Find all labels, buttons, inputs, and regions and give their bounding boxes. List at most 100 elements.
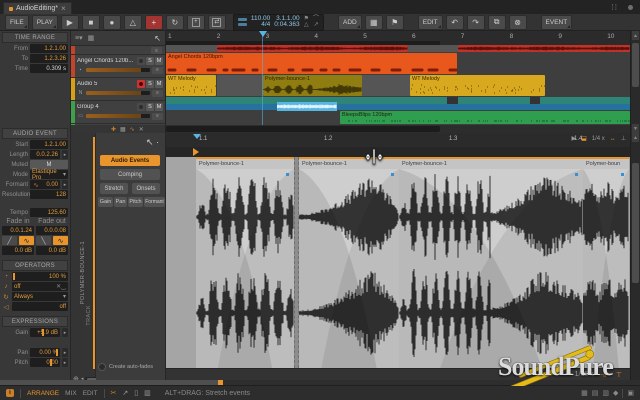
arranger-timeline[interactable]: 12345678910 Angel Chords 120bpmWT Melody… <box>166 31 630 133</box>
record-arm-button[interactable] <box>137 57 145 65</box>
audio-event-3[interactable]: Polymer-bounce-1 <box>399 157 583 368</box>
onsets-button[interactable]: Onsets <box>132 183 160 194</box>
track-row-audio-5[interactable]: Audio 5SMN≡ <box>71 78 165 101</box>
arranger-lane-3[interactable] <box>166 97 630 112</box>
delete-button[interactable]: ⊗ <box>509 15 527 30</box>
record-arm-button[interactable] <box>137 103 145 111</box>
pitch-chip-button[interactable]: Pitch <box>128 197 143 207</box>
time-signature-value[interactable]: 4/4 <box>261 22 270 29</box>
stretch-icon[interactable]: ∿ <box>130 126 135 133</box>
clip-audio[interactable] <box>217 45 408 52</box>
expand-meter-box[interactable]: ≡ <box>152 90 163 97</box>
track-scope-tab[interactable]: TRACK <box>86 305 92 326</box>
arranger-lane-1[interactable]: Angel Chords 120bpm <box>166 53 630 76</box>
automation-write-button[interactable]: ⇄ <box>208 15 226 30</box>
volume-fader[interactable] <box>86 91 150 95</box>
add-menu-button[interactable]: ADD <box>338 15 362 30</box>
info-icon[interactable]: i <box>6 389 14 397</box>
launcher-icon[interactable]: ▪ <box>77 67 84 73</box>
audio-event-4[interactable]: Polymer-boun <box>583 157 629 368</box>
stretch-button[interactable]: Stretch <box>100 183 128 194</box>
fullscreen-icon[interactable]: ▣ <box>627 389 634 397</box>
play-button[interactable]: ▶ <box>61 15 79 30</box>
record-button[interactable]: ● <box>103 15 121 30</box>
pitch-spinner[interactable]: ▸ <box>62 358 68 367</box>
loop-button[interactable]: ↻ <box>166 15 184 30</box>
consolidate-icon[interactable]: ✚ <box>111 126 116 133</box>
pan-chip-button[interactable]: Pan <box>114 197 127 207</box>
to-value[interactable]: 1.2.3.26 <box>30 54 68 63</box>
view-arrange[interactable]: ARRANGE <box>27 390 59 397</box>
editor-pointer-tool-icon[interactable]: ↖ · <box>146 137 159 148</box>
grid-value[interactable]: 1/16 x <box>575 371 594 378</box>
resolution-value[interactable]: 128 <box>30 190 68 199</box>
create-auto-fades-toggle[interactable]: Create auto-fades <box>98 363 153 371</box>
gain-chip-button[interactable]: Gain <box>98 197 113 207</box>
fade-out-curve-button[interactable]: ∿ <box>53 236 68 245</box>
edit-menu-button[interactable]: EDIT <box>418 15 443 30</box>
time-value[interactable]: 0:04.363 <box>274 22 299 29</box>
track-menu-icon[interactable]: ≡▾ <box>75 34 83 42</box>
clip-wt-melody[interactable]: WT Melody <box>166 75 216 96</box>
expand-meter-box[interactable]: ≡ <box>152 113 163 120</box>
fade-in-value[interactable]: 0.0.1.24 <box>2 226 34 235</box>
clip-polymer-bounce-1[interactable]: Polymer-bounce-1 <box>263 75 362 96</box>
grid-snap-icon[interactable]: ⊣⊢ <box>599 371 611 379</box>
pointer-tool-icon[interactable]: ↖ <box>154 34 161 43</box>
event-tempo-value[interactable]: 125.60 <box>30 208 68 217</box>
device-icon[interactable]: ▥ <box>602 389 609 397</box>
audio-event-2[interactable]: Polymer-bounce-1 <box>299 157 399 368</box>
grid-icon[interactable]: ▦ <box>120 126 126 133</box>
clip-scope-tab[interactable]: POLYMER-BOUNCE-1 <box>80 241 86 304</box>
event-menu-button[interactable]: EVENT <box>541 15 573 30</box>
solo-button[interactable]: S <box>146 103 154 111</box>
launcher-icon[interactable]: ▭ <box>77 113 84 119</box>
view-edit[interactable]: EDIT <box>83 390 98 397</box>
panel-right-icon[interactable]: ▥ <box>144 389 151 397</box>
volume-fader[interactable] <box>86 114 150 118</box>
gain-value[interactable]: +5.9 dB <box>30 328 60 337</box>
track-row-collapsed[interactable]: ≡ <box>71 46 165 55</box>
solo-button[interactable]: S <box>146 57 154 65</box>
redo-button[interactable]: ↷ <box>467 15 485 30</box>
file-menu-button[interactable]: FILE <box>5 15 29 30</box>
export-arrow-icon[interactable]: ↗ <box>122 389 128 397</box>
fade-in-linear-button[interactable]: ╱ <box>2 236 17 245</box>
solo-button[interactable]: S <box>146 80 154 88</box>
fade-in-db-value[interactable]: 0.0 dB <box>2 246 34 255</box>
start-value[interactable]: 1.2.1.00 <box>30 140 68 149</box>
fade-out-value[interactable]: 0.0.0.08 <box>36 226 68 235</box>
detail-editor[interactable]: ▶ ⬓ 1/4 x ↔ ⊥ 1.11.21.31.4 Polymer-bounc… <box>166 133 630 380</box>
fade-out-db-value[interactable]: 0.0 dB <box>36 246 68 255</box>
recurrence-value[interactable]: off <box>12 302 68 311</box>
mute-button[interactable]: M <box>155 103 163 111</box>
view-mix[interactable]: MIX <box>65 390 77 397</box>
save-icon-button[interactable]: ▦ <box>365 15 383 30</box>
layout-grid-icon[interactable]: ▦ <box>88 34 95 42</box>
length-value[interactable]: 0.0.2.26 <box>30 150 60 159</box>
record-arm-button[interactable] <box>137 80 145 88</box>
mute-button[interactable]: M <box>155 57 163 65</box>
copy-button[interactable]: ⧉ <box>488 15 506 30</box>
overdub-toggle-button[interactable]: + <box>187 15 205 30</box>
formant-chip-button[interactable]: Formant <box>144 197 165 207</box>
expand-meter-box[interactable]: ≡ <box>152 67 163 74</box>
flag-icon-button[interactable]: ⚑ <box>386 15 404 30</box>
arranger-vertical-scrollbar[interactable]: ▲ ▼ <box>630 31 640 133</box>
snap-value[interactable]: 1/4 x <box>592 136 605 142</box>
repeats-value[interactable]: off✕‿ <box>12 282 68 291</box>
pan-value[interactable]: 0.00 % <box>30 348 60 357</box>
delete-icon[interactable]: ✕ <box>139 126 144 133</box>
arranger-lane-2[interactable]: WT Melody Polymer-bounce-1 WT Melody <box>166 75 630 98</box>
clip-wt-melody[interactable]: WT Melody <box>410 75 545 96</box>
fade-in-curve-button[interactable]: ∿ <box>19 236 34 245</box>
detail-icon[interactable]: ◆ <box>613 389 618 397</box>
arranger-playhead-flag[interactable] <box>259 31 267 37</box>
cut-tool-icon[interactable]: ✂ <box>111 389 117 397</box>
play-menu-button[interactable]: PLAY <box>32 15 58 30</box>
undo-button[interactable]: ↶ <box>446 15 464 30</box>
stop-button[interactable]: ■ <box>82 15 100 30</box>
anchor-icon[interactable]: ⊥ <box>621 135 626 142</box>
comping-button[interactable]: Comping <box>100 169 160 180</box>
scroll-up-arrow[interactable]: ▲ <box>632 133 639 142</box>
